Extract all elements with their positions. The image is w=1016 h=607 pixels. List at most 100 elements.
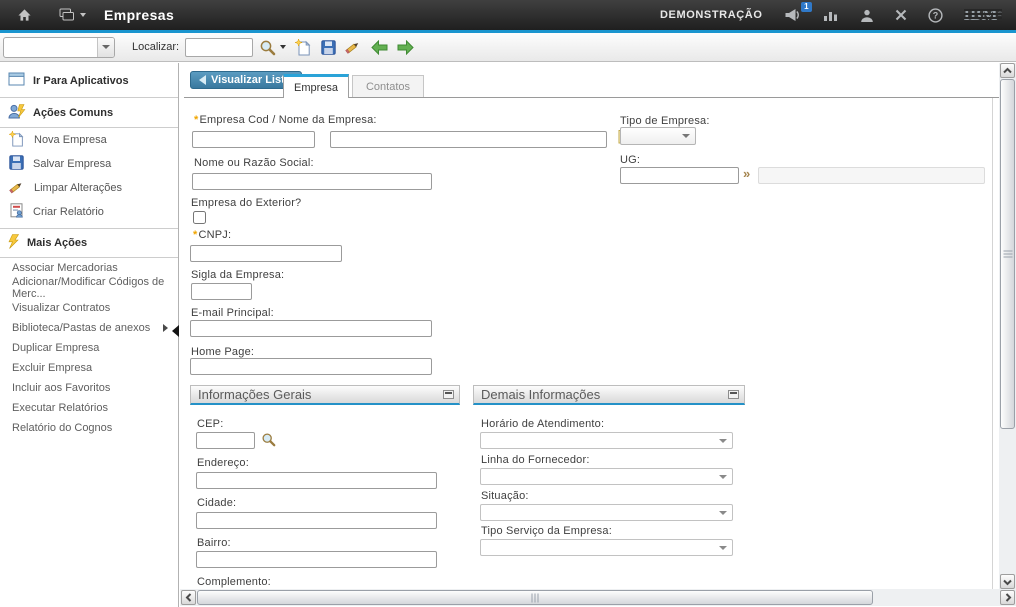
toolbar: Localizar: <box>0 33 1016 62</box>
page-title: Empresas <box>104 7 174 23</box>
forward-icon[interactable] <box>397 40 414 55</box>
announcement-icon[interactable]: 1 <box>784 8 802 22</box>
sidebar-item-adicionar-codigos[interactable]: Adicionar/Modificar Códigos de Merc... <box>0 278 178 298</box>
empresa-cod-label: *Empresa Cod / Nome da Empresa: <box>194 114 377 126</box>
empresa-cod-input[interactable] <box>192 131 315 148</box>
cep-search-icon[interactable] <box>261 432 276 452</box>
bairro-input[interactable] <box>196 551 437 568</box>
sidebar-item-visualizar-contratos[interactable]: Visualizar Contratos <box>0 298 178 318</box>
main-panel: Visualizar Lista Empresa Contatos *Empre… <box>180 63 1016 607</box>
tipo-servico-select[interactable] <box>480 539 733 556</box>
required-marker: * <box>193 229 197 241</box>
localizar-input[interactable] <box>185 38 253 57</box>
empresa-nome-input[interactable] <box>330 131 607 148</box>
sidebar-item-associar-mercadorias[interactable]: Associar Mercadorias <box>0 258 178 278</box>
clear-changes-icon[interactable] <box>345 39 362 55</box>
svg-text:?: ? <box>932 10 938 20</box>
chevron-down-icon <box>102 45 110 49</box>
sidebar-item-executar-relatorios[interactable]: Executar Relatórios <box>0 398 178 418</box>
sidebar-item-duplicar-empresa[interactable]: Duplicar Empresa <box>0 338 178 358</box>
record-combobox[interactable] <box>3 37 115 58</box>
chevron-down-icon <box>682 134 690 138</box>
search-options-caret-icon[interactable] <box>280 45 286 49</box>
sidebar-collapse-handle[interactable] <box>172 325 179 337</box>
stats-icon[interactable] <box>823 9 839 21</box>
back-arrow-icon <box>199 75 206 85</box>
sidebar-item-biblioteca-anexos[interactable]: Biblioteca/Pastas de anexos <box>0 318 178 338</box>
linha-fornecedor-select[interactable] <box>480 468 733 485</box>
save-icon[interactable] <box>321 40 336 55</box>
tipo-servico-label: Tipo Serviço da Empresa: <box>481 525 612 537</box>
sigla-label: Sigla da Empresa: <box>191 269 284 281</box>
vertical-scroll-thumb[interactable] <box>1000 79 1015 429</box>
panel-right-border <box>992 98 993 589</box>
cnpj-label: *CNPJ: <box>193 229 231 241</box>
nome-razao-label: Nome ou Razão Social: <box>194 157 314 169</box>
new-record-icon <box>9 131 25 150</box>
sigla-input[interactable] <box>191 283 252 300</box>
email-input[interactable] <box>190 320 432 337</box>
lightning-icon <box>8 234 20 252</box>
bairro-label: Bairro: <box>197 537 231 549</box>
search-icon[interactable] <box>259 39 276 56</box>
close-icon[interactable] <box>895 9 907 21</box>
tab-contatos[interactable]: Contatos <box>352 75 424 97</box>
sidebar-item-go-to-apps[interactable]: Ir Para Aplicativos <box>0 63 178 98</box>
section-informacoes-gerais: Informações Gerais <box>190 385 460 405</box>
collapse-section-icon[interactable] <box>728 390 739 399</box>
email-label: E-mail Principal: <box>191 307 274 319</box>
help-icon[interactable]: ? <box>928 8 943 23</box>
collapse-section-icon[interactable] <box>443 390 454 399</box>
exterior-checkbox[interactable] <box>193 211 206 224</box>
tab-empresa[interactable]: Empresa <box>283 74 349 98</box>
horizontal-scroll-thumb[interactable] <box>197 590 873 605</box>
section-demais-informacoes: Demais Informações <box>473 385 745 405</box>
chevron-down-icon <box>719 511 727 515</box>
cidade-input[interactable] <box>196 512 437 529</box>
sidebar-item-excluir-empresa[interactable]: Excluir Empresa <box>0 358 178 378</box>
ug-transfer-icon[interactable]: » <box>743 166 750 181</box>
exterior-label: Empresa do Exterior? <box>191 197 301 209</box>
horario-select[interactable] <box>480 432 733 449</box>
person-lightning-icon <box>8 103 26 122</box>
horizontal-scrollbar[interactable] <box>180 589 1016 606</box>
situacao-select[interactable] <box>480 504 733 521</box>
user-icon[interactable] <box>860 9 874 22</box>
homepage-input[interactable] <box>190 358 432 375</box>
topbar: Empresas DEMONSTRAÇÃO 1 ? IBM® <box>0 0 1016 30</box>
cep-label: CEP: <box>197 418 223 430</box>
new-record-icon[interactable] <box>295 39 312 56</box>
vertical-scrollbar[interactable] <box>999 63 1016 589</box>
cidade-label: Cidade: <box>197 497 236 509</box>
scroll-up-button[interactable] <box>1000 63 1015 78</box>
required-marker: * <box>194 114 198 126</box>
sidebar-item-salvar-empresa[interactable]: Salvar Empresa <box>0 152 178 176</box>
cep-input[interactable] <box>196 432 255 449</box>
notification-badge: 1 <box>801 2 811 12</box>
sidebar-item-relatorio-cognos[interactable]: Relatório do Cognos <box>0 418 178 438</box>
submenu-arrow-icon <box>163 324 168 332</box>
linha-fornecedor-label: Linha do Fornecedor: <box>481 454 590 466</box>
tipo-empresa-select[interactable] <box>620 127 696 145</box>
sidebar-item-incluir-favoritos[interactable]: Incluir aos Favoritos <box>0 378 178 398</box>
tipo-empresa-label: Tipo de Empresa: <box>620 115 710 127</box>
sidebar-item-nova-empresa[interactable]: Nova Empresa <box>0 128 178 152</box>
nome-razao-input[interactable] <box>192 173 432 190</box>
home-icon[interactable] <box>17 8 32 22</box>
scroll-left-button[interactable] <box>181 590 196 605</box>
scroll-right-button[interactable] <box>1000 590 1015 605</box>
scroll-down-button[interactable] <box>1000 574 1015 589</box>
sidebar-item-criar-relatorio[interactable]: Criar Relatório <box>0 200 178 224</box>
situacao-label: Situação: <box>481 490 529 502</box>
app-windows-caret-icon[interactable] <box>80 13 86 17</box>
combobox-dropdown-button[interactable] <box>97 38 114 57</box>
combobox-value[interactable] <box>4 38 97 57</box>
back-icon[interactable] <box>371 40 388 55</box>
cnpj-input[interactable] <box>190 245 342 262</box>
endereco-input[interactable] <box>196 472 437 489</box>
ug-input[interactable] <box>620 167 739 184</box>
complemento-label: Complemento: <box>197 576 271 588</box>
app-windows-icon[interactable] <box>59 8 76 22</box>
sidebar-item-limpar-alteracoes[interactable]: Limpar Alterações <box>0 176 178 200</box>
chevron-down-icon <box>719 546 727 550</box>
